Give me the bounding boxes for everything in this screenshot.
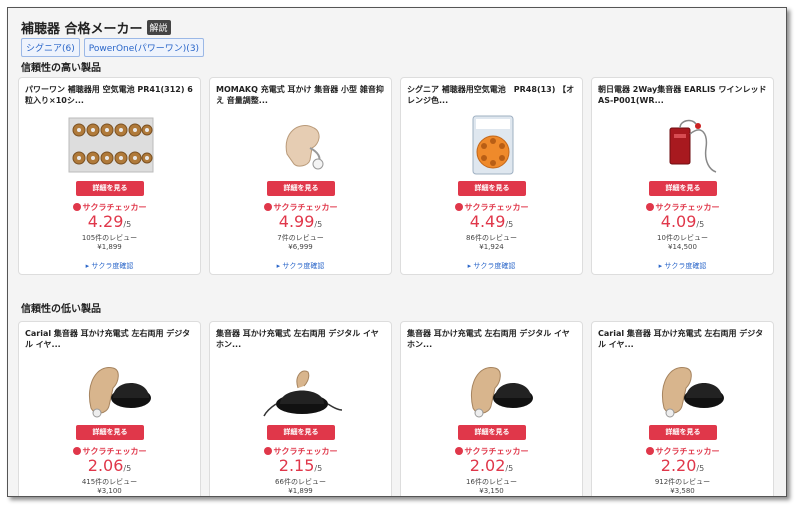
- detail-button[interactable]: 詳細を見る: [76, 181, 144, 196]
- section-title-high: 信頼性の高い製品: [21, 63, 101, 74]
- sakura-flower-icon: [72, 447, 81, 455]
- product-grid-low: Carial 集音器 耳かけ充電式 左右両用 デジタル イヤ... 詳細を見る …: [18, 321, 774, 496]
- review-count: 912件のレビュー: [654, 478, 711, 486]
- detail-button[interactable]: 詳細を見る: [649, 425, 717, 440]
- sakura-flower-icon: [263, 203, 272, 211]
- sakura-score: 2.02/5: [469, 456, 514, 475]
- battery-sheet-image: [68, 117, 154, 173]
- maker-chip-signia[interactable]: シグニア(6): [21, 38, 80, 57]
- hearing-aid-dock-image: [471, 367, 533, 418]
- review-count: 86件のレビュー: [466, 234, 517, 242]
- detail-button[interactable]: 詳細を見る: [458, 425, 526, 440]
- hearing-aid-dock-image: [89, 367, 151, 418]
- page-title-text: 補聴器 合格メーカー: [21, 22, 143, 37]
- product-title[interactable]: 集音器 耳かけ充電式 左右両用 デジタル イヤホン...: [216, 328, 385, 352]
- product-title[interactable]: パワーワン 補聴器用 空気電池 PR41(312) 6粒入り×10シ...: [25, 84, 194, 108]
- detail-button[interactable]: 詳細を見る: [649, 181, 717, 196]
- price: ¥6,999: [288, 243, 313, 251]
- product-card[interactable]: Carial 集音器 耳かけ充電式 左右両用 デジタル イヤ... 詳細を見る …: [18, 321, 201, 496]
- price: ¥1,924: [479, 243, 504, 251]
- hearing-aid-dock-image: [263, 370, 343, 417]
- sakura-flower-icon: [454, 203, 463, 211]
- hearing-aid-dock-image: [662, 367, 724, 418]
- battery-pack-image: [472, 115, 514, 175]
- review-count: 66件のレビュー: [275, 478, 326, 486]
- sakura-flower-icon: [263, 447, 272, 455]
- sakura-flower-icon: [454, 447, 463, 455]
- review-count: 415件のレビュー: [81, 478, 138, 486]
- sound-amplifier-image: [669, 119, 717, 173]
- sakura-flower-icon: [72, 203, 81, 211]
- product-card[interactable]: 集音器 耳かけ充電式 左右両用 デジタル イヤホン... 詳細を見る サクラチェ…: [209, 321, 392, 496]
- price: ¥14,500: [668, 243, 697, 251]
- product-card[interactable]: パワーワン 補聴器用 空気電池 PR41(312) 6粒入り×10シ... 詳細…: [18, 77, 201, 275]
- review-count: 7件のレビュー: [277, 234, 324, 242]
- sakura-score: 4.99/5: [278, 212, 323, 231]
- sakura-check-link[interactable]: ▸ サクラ度確認: [210, 261, 391, 271]
- screenshot-frame: 補聴器 合格メーカー 解説 シグニア(6) PowerOne(パワーワン)(3)…: [7, 7, 787, 497]
- sakura-score: 2.20/5: [660, 456, 705, 475]
- sakura-flower-icon: [645, 447, 654, 455]
- detail-button[interactable]: 詳細を見る: [458, 181, 526, 196]
- sakura-check-link[interactable]: ▸ サクラ度確認: [592, 261, 773, 271]
- sakura-score: 2.06/5: [87, 456, 132, 475]
- product-title[interactable]: MOMAKQ 充電式 耳かけ 集音器 小型 雑音抑え 音量調整...: [216, 84, 385, 108]
- page-title: 補聴器 合格メーカー 解説: [21, 18, 171, 37]
- review-count: 16件のレビュー: [466, 478, 517, 486]
- sakura-score: 4.49/5: [469, 212, 514, 231]
- product-title[interactable]: シグニア 補聴器用空気電池 PR48(13) 【オレンジ色...: [407, 84, 576, 108]
- price: ¥1,899: [97, 243, 122, 251]
- sakura-check-link[interactable]: ▸ サクラ度確認: [401, 261, 582, 271]
- price: ¥3,580: [670, 487, 695, 495]
- price: ¥1,899: [288, 487, 313, 495]
- product-title[interactable]: 朝日電器 2Way集音器 EARLIS ワインレッド AS-P001(WR...: [598, 84, 767, 108]
- review-count: 10件のレビュー: [657, 234, 708, 242]
- product-card[interactable]: Carial 集音器 耳かけ充電式 左右両用 デジタル イヤ... 詳細を見る …: [591, 321, 774, 496]
- product-title[interactable]: Carial 集音器 耳かけ充電式 左右両用 デジタル イヤ...: [598, 328, 767, 352]
- product-card[interactable]: 集音器 耳かけ充電式 左右両用 デジタル イヤホン... 詳細を見る サクラチェ…: [400, 321, 583, 496]
- price: ¥3,100: [97, 487, 122, 495]
- section-title-low: 信頼性の低い製品: [21, 304, 101, 315]
- sakura-score: 4.09/5: [660, 212, 705, 231]
- sakura-flower-icon: [645, 203, 654, 211]
- maker-chip-powerone[interactable]: PowerOne(パワーワン)(3): [83, 38, 205, 57]
- review-count: 105件のレビュー: [81, 234, 138, 242]
- maker-chips: シグニア(6) PowerOne(パワーワン)(3): [21, 38, 205, 57]
- sakura-score: 2.15/5: [278, 456, 323, 475]
- price: ¥3,150: [479, 487, 504, 495]
- product-card[interactable]: シグニア 補聴器用空気電池 PR48(13) 【オレンジ色... 詳細を見る サ…: [400, 77, 583, 275]
- product-card[interactable]: MOMAKQ 充電式 耳かけ 集音器 小型 雑音抑え 音量調整... 詳細を見る…: [209, 77, 392, 275]
- product-grid-high: パワーワン 補聴器用 空気電池 PR41(312) 6粒入り×10シ... 詳細…: [18, 77, 774, 275]
- sakura-check-link[interactable]: ▸ サクラ度確認: [19, 261, 200, 271]
- hearing-aid-image: [285, 125, 324, 170]
- detail-button[interactable]: 詳細を見る: [76, 425, 144, 440]
- detail-button[interactable]: 詳細を見る: [267, 181, 335, 196]
- explanation-badge[interactable]: 解説: [146, 20, 171, 35]
- product-title[interactable]: Carial 集音器 耳かけ充電式 左右両用 デジタル イヤ...: [25, 328, 194, 352]
- product-title[interactable]: 集音器 耳かけ充電式 左右両用 デジタル イヤホン...: [407, 328, 576, 352]
- detail-button[interactable]: 詳細を見る: [267, 425, 335, 440]
- product-card[interactable]: 朝日電器 2Way集音器 EARLIS ワインレッド AS-P001(WR...…: [591, 77, 774, 275]
- sakura-score: 4.29/5: [87, 212, 132, 231]
